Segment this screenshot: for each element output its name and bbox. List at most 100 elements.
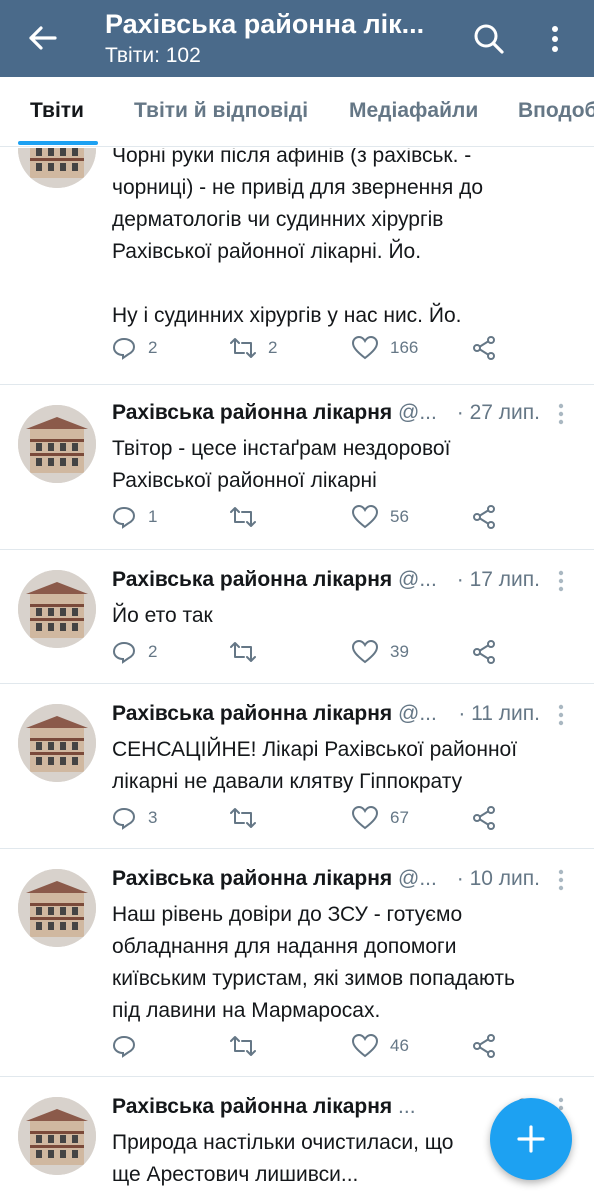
like-count: 166 (390, 338, 419, 357)
reply-count: 2 (148, 338, 158, 357)
share-button[interactable] (472, 505, 508, 529)
reply-icon (112, 641, 136, 664)
share-button[interactable] (472, 806, 508, 830)
heart-icon (352, 505, 378, 529)
tweet-text: Чорні руки після афинів (з рахівськ. - ч… (112, 148, 484, 327)
tweet-text: Йо ето так (112, 604, 213, 627)
share-icon (473, 336, 495, 360)
more-options-button[interactable] (540, 20, 570, 58)
tweet-date[interactable]: · 17 лип. (457, 568, 540, 592)
retweet-icon (230, 1036, 256, 1056)
tweet-menu-button[interactable] (558, 403, 564, 431)
reply-icon (112, 337, 136, 360)
tweet-feed[interactable]: Чорні руки після афинів (з рахівськ. - ч… (0, 148, 594, 1200)
author-name[interactable]: Рахівська районна лікарня (112, 867, 392, 890)
tweet-item[interactable]: Чорні руки після афинів (з рахівськ. - ч… (0, 148, 594, 385)
retweet-button[interactable] (230, 806, 268, 830)
active-tab-indicator (18, 141, 98, 145)
reply-count: 3 (148, 808, 158, 827)
tweet-text: Твітор - цесе інстаґрам нездорової Рахів… (112, 437, 451, 492)
tweet-actions: 46 (112, 1034, 582, 1064)
author-handle[interactable]: ... (398, 1095, 416, 1118)
tweet-item[interactable]: Рахівська районна лікарня @... · 11 лип.… (0, 684, 594, 849)
tweet-item[interactable]: Рахівська районна лікарня @... · 17 лип.… (0, 550, 594, 684)
search-button[interactable] (470, 20, 508, 58)
like-button[interactable]: 56 (352, 505, 409, 529)
tweet-actions: 1 56 (112, 505, 582, 535)
tweet-menu-button[interactable] (558, 570, 564, 598)
reply-button[interactable]: 1 (112, 505, 157, 529)
retweet-button[interactable] (230, 640, 268, 664)
author-handle[interactable]: @... (398, 401, 437, 424)
tweet-header: Рахівська районна лікарня @... · 11 лип. (112, 702, 582, 732)
back-button[interactable] (22, 20, 62, 56)
avatar[interactable] (18, 405, 96, 483)
share-button[interactable] (472, 1034, 508, 1058)
like-count: 46 (390, 1036, 409, 1055)
tweet-header: Рахівська районна лікарня @... · 10 лип. (112, 867, 582, 897)
retweet-count: 2 (268, 338, 278, 357)
tweet-item[interactable]: Рахівська районна лікарня @... · 27 лип.… (0, 385, 594, 550)
tweet-menu-button[interactable] (558, 704, 564, 732)
like-count: 56 (390, 507, 409, 526)
more-vertical-icon (558, 403, 564, 425)
author-name[interactable]: Рахівська районна лікарня (112, 401, 392, 424)
reply-button[interactable]: 2 (112, 336, 157, 360)
avatar[interactable] (18, 1097, 96, 1175)
reply-icon (112, 1035, 136, 1058)
avatar[interactable] (18, 148, 96, 188)
reply-button[interactable]: 3 (112, 806, 157, 830)
like-count: 67 (390, 808, 409, 827)
more-vertical-icon (558, 869, 564, 891)
reply-button[interactable]: 2 (112, 640, 157, 664)
retweet-button[interactable] (230, 1034, 268, 1058)
reply-icon (112, 807, 136, 830)
tweet-count: Твіти: 102 (105, 44, 201, 67)
like-button[interactable]: 46 (352, 1034, 409, 1058)
top-app-bar: Рахівська районна лік... Твіти: 102 (0, 0, 594, 77)
profile-tabs: Твіти Твіти й відповіді Медіафайли Вподо… (0, 77, 594, 147)
author-name[interactable]: Рахівська районна лікарня (112, 568, 392, 591)
share-button[interactable] (472, 640, 508, 664)
tab-tweets-and-replies[interactable]: Твіти й відповіді (134, 99, 308, 123)
heart-icon (352, 1034, 378, 1058)
compose-tweet-button[interactable] (490, 1098, 572, 1180)
avatar[interactable] (18, 704, 96, 782)
tweet-date[interactable]: · 10 лип. (457, 867, 540, 891)
search-icon (474, 24, 504, 54)
retweet-button[interactable] (230, 505, 268, 529)
author-handle[interactable]: @... (398, 702, 437, 725)
author-name[interactable]: Рахівська районна лікарня (112, 1095, 392, 1118)
retweet-icon (230, 808, 256, 828)
tweet-menu-button[interactable] (558, 869, 564, 897)
tweet-date[interactable]: · 27 лип. (457, 401, 540, 425)
heart-icon (352, 336, 378, 360)
reply-count: 1 (148, 507, 158, 526)
tab-tweets[interactable]: Твіти (30, 99, 84, 123)
author-handle[interactable]: @... (398, 568, 437, 591)
heart-icon (352, 640, 378, 664)
more-vertical-icon (558, 570, 564, 592)
share-icon (473, 505, 495, 529)
reply-button[interactable] (112, 1034, 148, 1058)
share-icon (473, 1034, 495, 1058)
like-button[interactable]: 166 (352, 336, 418, 360)
share-button[interactable] (472, 336, 508, 360)
author-name[interactable]: Рахівська районна лікарня (112, 702, 392, 725)
tweet-text: СЕНСАЦІЙНЕ! Лікарі Рахівської районної л… (112, 738, 518, 793)
like-button[interactable]: 67 (352, 806, 409, 830)
tweet-date[interactable]: · 11 лип. (458, 702, 540, 726)
plus-icon (517, 1125, 545, 1153)
tweet-item[interactable]: Рахівська районна лікарня @... · 10 лип.… (0, 849, 594, 1077)
like-button[interactable]: 39 (352, 640, 409, 664)
retweet-icon (230, 507, 256, 527)
tweet-actions: 3 67 (112, 806, 582, 836)
tab-media[interactable]: Медіафайли (349, 99, 478, 123)
tab-likes[interactable]: Вподоба (518, 99, 594, 123)
avatar[interactable] (18, 869, 96, 947)
retweet-icon (230, 338, 256, 358)
retweet-button[interactable]: 2 (230, 336, 277, 360)
author-handle[interactable]: @... (398, 867, 437, 890)
like-count: 39 (390, 642, 409, 661)
avatar[interactable] (18, 570, 96, 648)
